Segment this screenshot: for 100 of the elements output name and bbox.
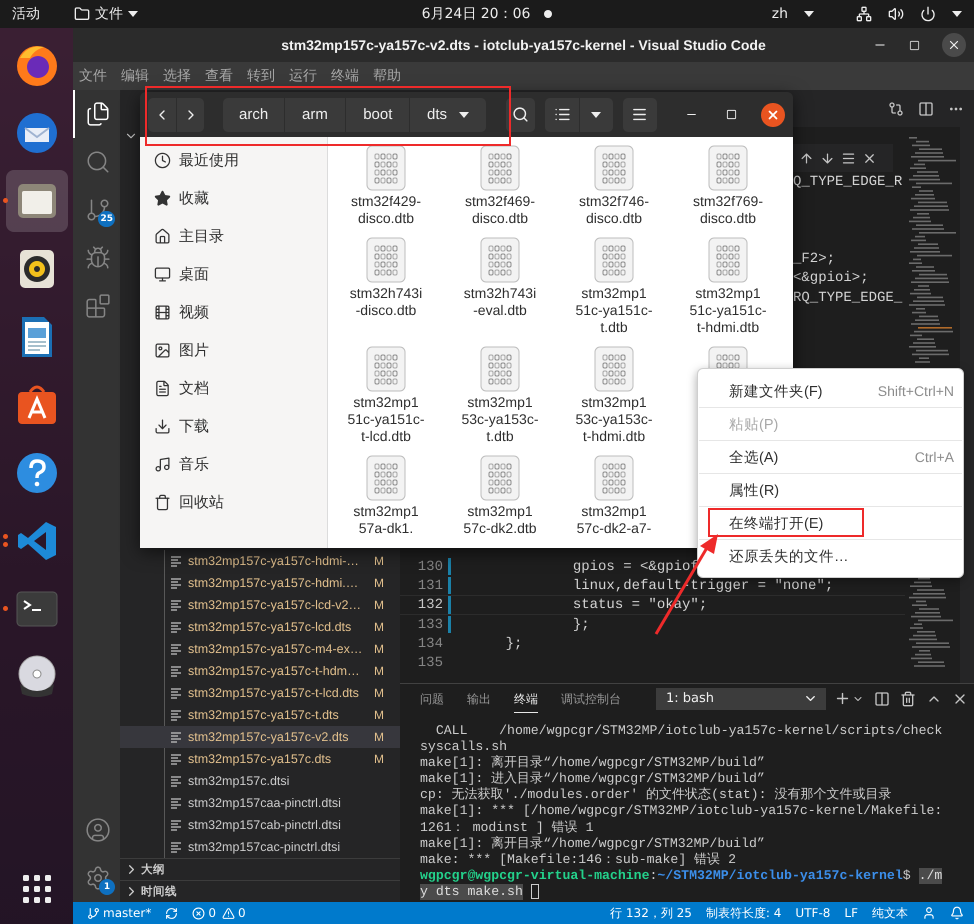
sidebar-item[interactable]: 回收站 — [179, 492, 224, 512]
close-button[interactable] — [761, 102, 786, 126]
encoding[interactable]: UTF-8 — [795, 906, 830, 920]
search-icon[interactable] — [84, 149, 110, 175]
file-name[interactable]: stm32mp1 53c-ya153c- t-hdmi.dtb — [575, 394, 653, 445]
menu-item[interactable]: 查看 — [205, 67, 233, 85]
path-button[interactable]: arch — [223, 98, 284, 132]
trash-icon[interactable] — [900, 690, 916, 706]
menu-item[interactable]: 文件 — [79, 67, 107, 85]
file-row[interactable]: stm32mp157c-ya157c-lcd.dts M — [120, 616, 400, 638]
account-icon[interactable] — [84, 817, 110, 843]
compare-icon[interactable] — [888, 100, 904, 116]
file-name[interactable]: stm32mp1 51c-ya151c- t-lcd.dtb — [347, 394, 425, 445]
input-method[interactable]: zh — [772, 6, 788, 22]
volume-icon[interactable] — [888, 6, 904, 22]
file-row[interactable]: stm32mp157cab-pinctrl.dtsi — [120, 814, 400, 836]
file-name[interactable]: stm32mp1 51c-ya151c- t-hdmi.dtb — [689, 285, 767, 336]
bug-icon[interactable] — [84, 245, 110, 271]
activity-tab[interactable]: 25 — [73, 186, 120, 234]
file-name[interactable]: stm32f429- disco.dtb — [350, 193, 422, 227]
extensions-icon[interactable] — [84, 293, 110, 319]
panel-tab[interactable]: 调试控制台 — [561, 684, 621, 712]
network-icon[interactable] — [856, 6, 872, 22]
language-mode[interactable]: 纯文本 — [872, 904, 908, 922]
branch-icon[interactable] — [84, 197, 110, 223]
menu-item[interactable]: 编辑 — [121, 67, 149, 85]
path-button[interactable]: boot — [346, 98, 410, 132]
list-view-button[interactable] — [545, 98, 579, 132]
maximize-icon[interactable] — [909, 40, 920, 50]
split-icon[interactable] — [874, 690, 890, 706]
bell-icon[interactable] — [950, 906, 964, 920]
selection-icon[interactable] — [841, 150, 856, 166]
menu-item[interactable]: 转到 — [247, 67, 275, 85]
path-button[interactable]: dts — [410, 98, 486, 132]
panel-tab[interactable]: 终端 — [514, 684, 538, 712]
settings-icon[interactable] — [84, 865, 110, 891]
sync-icon[interactable] — [165, 906, 178, 920]
sidebar-item[interactable]: 最近使用 — [179, 150, 239, 170]
menu-item[interactable]: 运行 — [289, 67, 317, 85]
sidebar-item[interactable]: 主目录 — [179, 226, 224, 246]
file-row[interactable]: stm32mp157c.dtsi — [120, 770, 400, 792]
file-row[interactable]: stm32mp157c-ya157c-t-hdm… M — [120, 660, 400, 682]
menu-item[interactable]: 帮助 — [373, 67, 401, 85]
sidebar-item[interactable]: 收藏 — [179, 188, 209, 208]
file-row[interactable]: stm32mp157cac-pinctrl.dtsi — [120, 836, 400, 858]
file-row[interactable]: stm32mp157c-ya157c.dts M — [120, 748, 400, 770]
sidebar-item[interactable]: 视频 — [179, 302, 209, 322]
menu-item[interactable]: 全选(A) Ctrl+A — [699, 440, 962, 473]
file-row[interactable]: stm32mp157c-ya157c-m4-ex… M — [120, 638, 400, 660]
file-row[interactable]: stm32mp157c-ya157c-t-lcd.dts M — [120, 682, 400, 704]
file-name[interactable]: stm32h743i -disco.dtb — [350, 285, 422, 319]
menu-item[interactable]: 终端 — [331, 67, 359, 85]
menu-item[interactable]: 选择 — [163, 67, 191, 85]
menu-button[interactable] — [622, 98, 658, 132]
problems-indicator[interactable]: 0 0 — [192, 906, 246, 920]
sidebar-item[interactable]: 下载 — [179, 416, 209, 436]
search-button[interactable] — [506, 98, 536, 132]
power-icon[interactable] — [920, 6, 936, 22]
section-header[interactable]: 大纲 — [120, 858, 400, 880]
file-name[interactable]: stm32mp1 51c-ya151c- t.dtb — [575, 285, 653, 336]
view-options-button[interactable] — [580, 98, 613, 132]
panel-tab[interactable]: 输出 — [467, 684, 491, 712]
tab-size[interactable]: 制表符长度: 4 — [706, 904, 782, 922]
file-row[interactable]: stm32mp157c-ya157c-t.dts M — [120, 704, 400, 726]
clock[interactable]: 6月24日 20：06 — [422, 5, 530, 23]
forward-button[interactable] — [176, 98, 204, 132]
path-button[interactable]: arm — [284, 98, 346, 132]
file-row[interactable]: stm32mp157c-ya157c-lcd-v2… M — [120, 594, 400, 616]
app-menu[interactable]: 文件 — [74, 5, 138, 23]
file-row[interactable]: stm32mp157c-ya157c-v2.dts M — [120, 726, 400, 748]
close-button[interactable] — [942, 33, 966, 57]
file-name[interactable]: stm32mp1 53c-ya153c- t.dtb — [461, 394, 539, 445]
file-name[interactable]: stm32mp1 57a-dk1. — [353, 503, 419, 537]
activities-button[interactable]: 活动 — [12, 5, 40, 23]
file-name[interactable]: stm32f769- disco.dtb — [692, 193, 764, 227]
menu-item[interactable]: 新建文件夹(F) Shift+Ctrl+N — [699, 374, 962, 407]
file-name[interactable]: stm32f469- disco.dtb — [464, 193, 536, 227]
branch-indicator[interactable]: master* — [87, 906, 152, 920]
feedback-icon[interactable] — [922, 906, 936, 920]
split-editor-icon[interactable] — [918, 100, 934, 116]
file-row[interactable]: stm32mp157c-ya157c-hdmi-… M — [120, 550, 400, 572]
file-name[interactable]: stm32f746- disco.dtb — [578, 193, 650, 227]
plus-icon[interactable] — [834, 690, 851, 707]
back-button[interactable] — [148, 98, 176, 132]
file-row[interactable]: stm32mp157caa-pinctrl.dtsi — [120, 792, 400, 814]
line-ending[interactable]: LF — [844, 906, 858, 920]
app-grid-icon[interactable] — [22, 874, 52, 904]
menu-item[interactable]: 在终端打开(E) — [699, 506, 962, 539]
file-name[interactable]: stm32h743i -eval.dtb — [464, 285, 536, 319]
files-icon[interactable] — [84, 101, 110, 127]
next-match-icon[interactable] — [820, 150, 835, 166]
file-name[interactable]: stm32mp1 57c-dk2.dtb — [463, 503, 537, 537]
file-name[interactable]: stm32mp1 57c-dk2-a7- — [576, 503, 652, 537]
cursor-position[interactable]: 行 132，列 25 — [610, 904, 692, 922]
file-row[interactable]: stm32mp157c-ya157c-hdmi.… M — [120, 572, 400, 594]
sidebar-item[interactable]: 图片 — [179, 340, 209, 360]
menu-item[interactable]: 属性(R) — [699, 473, 962, 506]
dock-item[interactable] — [6, 170, 68, 232]
panel-tab[interactable]: 问题 — [420, 684, 444, 712]
sidebar-item[interactable]: 桌面 — [179, 264, 209, 284]
